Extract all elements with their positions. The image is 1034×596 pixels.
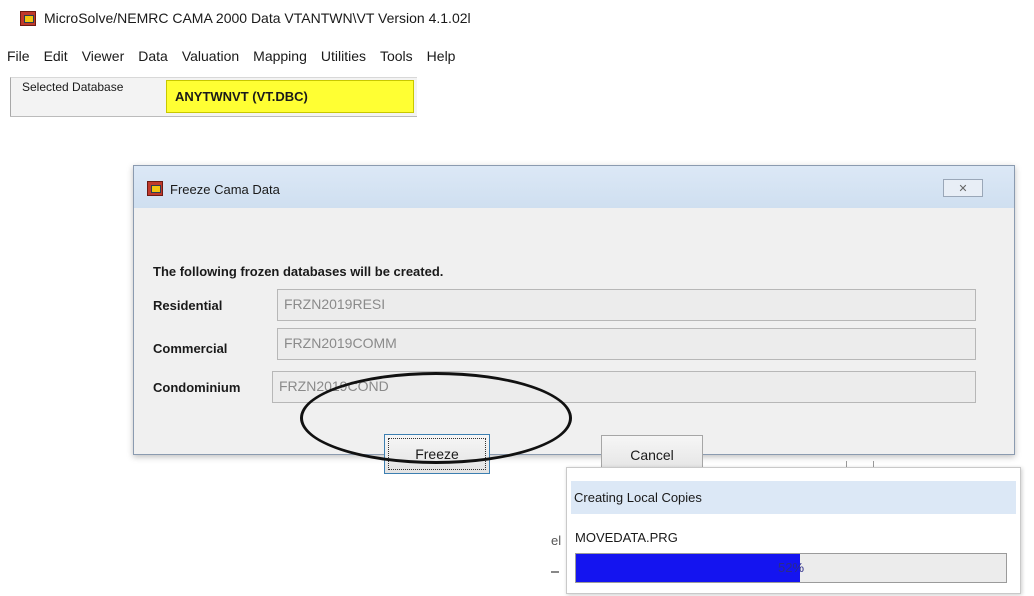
menu-data[interactable]: Data — [131, 48, 175, 70]
condominium-label: Condominium — [153, 380, 241, 395]
close-icon: ✕ — [958, 183, 968, 195]
background-text-fragment: el — [551, 533, 562, 548]
app-logo-icon — [20, 11, 36, 26]
menu-valuation[interactable]: Valuation — [175, 48, 246, 70]
progress-bar: 52% — [575, 553, 1007, 583]
selected-database-value: ANYTWNVT (VT.DBC) — [166, 80, 414, 113]
menu-bar: File Edit Viewer Data Valuation Mapping … — [0, 48, 462, 70]
selected-database-label: Selected Database — [22, 80, 124, 94]
progress-window: Creating Local Copies MOVEDATA.PRG 52% — [566, 467, 1021, 594]
freeze-dialog: Freeze Cama Data ✕ The following frozen … — [133, 165, 1015, 475]
progress-title: Creating Local Copies — [571, 481, 1016, 514]
progress-percent: 52% — [777, 560, 805, 575]
menu-help[interactable]: Help — [420, 48, 463, 70]
menu-mapping[interactable]: Mapping — [246, 48, 314, 70]
commercial-label: Commercial — [153, 341, 228, 356]
progress-filename: MOVEDATA.PRG — [575, 530, 678, 545]
menu-utilities[interactable]: Utilities — [314, 48, 373, 70]
residential-label: Residential — [153, 298, 223, 313]
window-title: MicroSolve/NEMRC CAMA 2000 Data VTANTWN\… — [44, 10, 471, 26]
dialog-title-bar[interactable]: Freeze Cama Data ✕ — [134, 166, 1014, 208]
dialog-title: Freeze Cama Data — [170, 182, 280, 197]
annotation-oval — [300, 372, 572, 464]
close-button[interactable]: ✕ — [943, 179, 983, 197]
residential-field[interactable]: FRZN2019RESI — [277, 289, 976, 321]
app-logo-icon — [147, 181, 163, 196]
dialog-body: The following frozen databases will be c… — [140, 208, 1008, 475]
menu-file[interactable]: File — [0, 48, 37, 70]
commercial-field[interactable]: FRZN2019COMM — [277, 328, 976, 360]
background-divider-fragment — [551, 571, 559, 573]
menu-edit[interactable]: Edit — [37, 48, 75, 70]
dialog-intro-text: The following frozen databases will be c… — [153, 264, 444, 279]
menu-viewer[interactable]: Viewer — [75, 48, 132, 70]
menu-tools[interactable]: Tools — [373, 48, 420, 70]
